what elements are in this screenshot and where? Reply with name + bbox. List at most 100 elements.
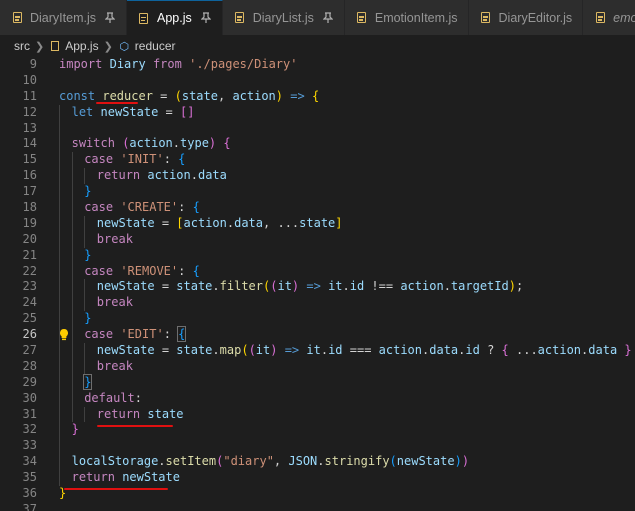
code-line[interactable]: 15 case 'INIT': {: [0, 152, 635, 169]
line-number: 37: [22, 501, 37, 511]
code-token: it: [255, 343, 271, 358]
code-token: ;: [515, 279, 524, 294]
indent-guide: [59, 438, 60, 455]
indent-guide: [71, 247, 73, 264]
code-line[interactable]: 14 switch (action.type) {: [0, 136, 635, 153]
code-line[interactable]: 26 case 'EDIT': {: [0, 326, 635, 344]
code-line[interactable]: 29}: [0, 373, 635, 391]
tab-emotionitem-js[interactable]: EmotionItem.js: [344, 0, 469, 35]
indent-guide: [71, 311, 73, 328]
code-token: action: [537, 343, 582, 358]
code-text: newState = [action.data, ...state]: [97, 216, 343, 232]
code-token: switch: [71, 136, 115, 151]
code-token: }: [83, 373, 93, 390]
indent-guide: [59, 422, 60, 439]
indent-guide: [59, 120, 60, 137]
code-text: }: [72, 422, 79, 438]
indent-guide: [71, 263, 73, 280]
code-line[interactable]: 16 return action.data: [0, 168, 635, 185]
code-token: .: [158, 454, 166, 469]
code-token: localStorage: [71, 454, 159, 469]
code-token: return: [96, 168, 141, 183]
code-line[interactable]: 30 default:: [0, 390, 635, 407]
code-text: newState = state.map((it) => it.id === a…: [97, 343, 635, 359]
code-line[interactable]: 33: [0, 438, 635, 455]
breadcrumb-file[interactable]: App.js: [65, 39, 98, 53]
line-number: 16: [22, 168, 37, 183]
code-token: state: [176, 279, 213, 294]
indent-guide: [71, 406, 73, 423]
indent-guide: [59, 279, 60, 296]
code-line[interactable]: 28 break: [0, 358, 635, 375]
line-number: 33: [22, 438, 37, 453]
code-line[interactable]: 22 case 'REMOVE': {: [0, 263, 635, 280]
tab-emotion-js[interactable]: emotion.js: [583, 0, 635, 35]
indent-guide: [84, 279, 86, 296]
code-token: {: [501, 343, 509, 358]
code-line[interactable]: 35 return newState: [0, 470, 635, 487]
line-number: 34: [22, 454, 37, 469]
code-line[interactable]: 12 let newState = []: [0, 104, 635, 121]
code-text: switch (action.type) {: [72, 136, 231, 152]
code-token: newState: [396, 454, 455, 469]
code-line[interactable]: 25}: [0, 311, 635, 328]
breadcrumb-folder[interactable]: src: [14, 39, 30, 53]
code-token: default: [84, 390, 135, 405]
code-line[interactable]: 17}: [0, 184, 635, 201]
tab-diaryeditor-js[interactable]: DiaryEditor.js: [468, 0, 584, 35]
code-token: =: [154, 343, 177, 358]
code-line[interactable]: 24 break: [0, 295, 635, 312]
code-token: action: [147, 168, 191, 183]
pin-icon[interactable]: [104, 11, 116, 24]
code-line[interactable]: 18 case 'CREATE': {: [0, 200, 635, 216]
line-number: 19: [22, 215, 37, 230]
code-line[interactable]: 37: [0, 502, 635, 511]
line-number: 31: [22, 406, 37, 421]
code-token: }: [84, 247, 92, 262]
tab-app-js[interactable]: App.js: [126, 0, 223, 35]
code-line[interactable]: 9 import Diary from './pages/Diary': [0, 57, 635, 73]
code-line[interactable]: 31 return state: [0, 406, 635, 423]
code-line[interactable]: 20 break: [0, 231, 635, 248]
line-number: 18: [22, 200, 37, 215]
breadcrumb-symbol[interactable]: reducer: [135, 39, 176, 53]
code-token: action: [400, 279, 444, 294]
code-editor[interactable]: 9 import Diary from './pages/Diary' 10 11 co…: [0, 57, 635, 511]
code-line[interactable]: 10: [0, 73, 635, 89]
code-token: !==: [364, 279, 401, 294]
tab-diaryitem-js[interactable]: DiaryItem.js: [0, 0, 127, 35]
code-token: {: [192, 263, 200, 278]
code-token: ?: [479, 343, 502, 358]
line-number: 15: [22, 152, 37, 167]
line-number: 27: [22, 343, 37, 358]
pin-icon[interactable]: [322, 11, 334, 24]
indent-guide: [71, 374, 73, 391]
pin-icon[interactable]: [200, 12, 212, 24]
code-token: [: [176, 215, 184, 230]
js-file-icon: [10, 11, 24, 25]
code-line[interactable]: 34 localStorage.setItem("diary", JSON.str…: [0, 454, 635, 471]
code-token: }: [71, 422, 79, 437]
code-token: case: [84, 263, 114, 278]
code-line[interactable]: 23 newState = state.filter((it) => it.id …: [0, 279, 635, 296]
code-token: .: [320, 343, 329, 358]
code-text: case 'CREATE': {: [84, 200, 200, 216]
code-token: const: [59, 88, 96, 103]
code-line[interactable]: 13: [0, 120, 635, 137]
code-token: id: [465, 343, 480, 358]
code-line[interactable]: 27 newState = state.map((it) => it.id ===…: [0, 343, 635, 359]
code-line[interactable]: 19 newState = [action.data, ...state]: [0, 215, 635, 232]
tab-diarylist-js[interactable]: DiaryList.js: [222, 0, 345, 35]
code-token: :: [163, 327, 179, 342]
code-line[interactable]: 32}: [0, 422, 635, 439]
indent-guide: [71, 168, 73, 185]
code-line[interactable]: 21}: [0, 247, 635, 264]
code-token: it: [328, 279, 343, 294]
code-token: from: [152, 57, 182, 71]
code-token: }: [84, 184, 92, 199]
code-text: case 'INIT': {: [84, 152, 185, 168]
symbol-function-icon: ⬡: [119, 40, 130, 53]
js-file-icon: [137, 11, 151, 25]
code-token: .: [172, 136, 181, 151]
code-text: }: [84, 184, 91, 200]
